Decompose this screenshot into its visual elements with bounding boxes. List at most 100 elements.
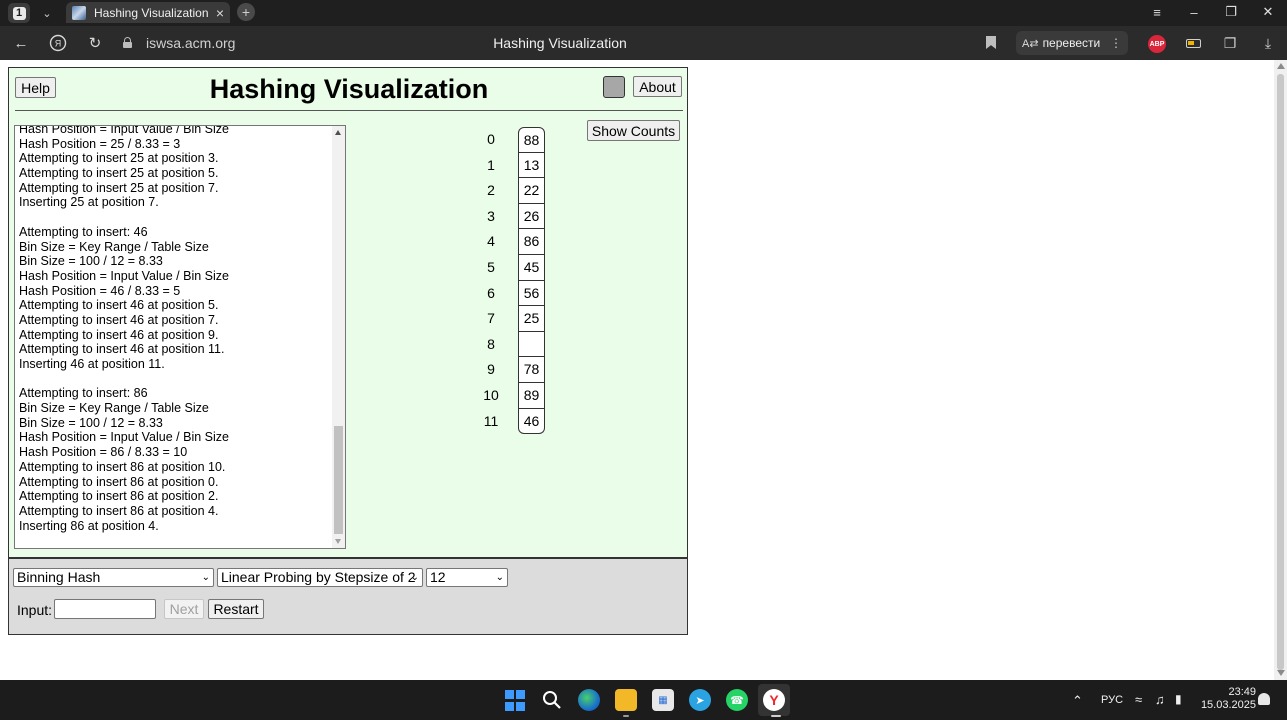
telegram-icon[interactable]: ➤ — [689, 689, 711, 711]
hamburger-menu-icon[interactable]: ≡ — [1144, 2, 1170, 22]
battery-icon[interactable]: ▮ — [1175, 692, 1182, 706]
restore-window-icon[interactable]: ❐ — [1218, 2, 1244, 22]
hash-slot-value: 13 — [518, 152, 545, 179]
page-scroll-thumb[interactable] — [1277, 74, 1284, 670]
hash-function-value: Binning Hash — [17, 569, 101, 585]
scroll-up-arrow-icon[interactable] — [1277, 63, 1285, 69]
message-log-scrollbar[interactable] — [332, 126, 345, 548]
help-button[interactable]: Help — [15, 77, 56, 98]
file-explorer-icon[interactable] — [615, 689, 637, 711]
wifi-icon[interactable]: ≈ — [1135, 692, 1142, 707]
log-line: Bin Size = 100 / 12 = 8.33 — [19, 415, 163, 430]
hash-slot-value: 89 — [518, 382, 545, 409]
log-line: Inserting 25 at position 7. — [19, 195, 159, 210]
log-line: Attempting to insert 86 at position 4. — [19, 503, 219, 518]
next-button[interactable]: Next — [164, 599, 204, 619]
hash-slot-index: 7 — [487, 310, 495, 327]
system-clock[interactable]: 23:49 15.03.2025 — [1198, 686, 1256, 712]
log-line: Hash Position = 86 / 8.33 = 10 — [19, 445, 188, 460]
more-vertical-icon[interactable]: ⋮ — [1110, 36, 1122, 50]
collision-policy-select[interactable]: Linear Probing by Stepsize of 2 ⌄ — [217, 568, 423, 587]
close-icon[interactable]: × — [216, 5, 224, 21]
hash-table-row: 3 26 — [479, 203, 549, 230]
notification-bell-icon[interactable] — [1258, 693, 1270, 705]
edge-browser-icon[interactable] — [578, 689, 600, 711]
hash-slot-index: 0 — [487, 131, 495, 147]
language-indicator[interactable]: РУС — [1101, 694, 1123, 706]
scroll-down-arrow-icon[interactable] — [1277, 670, 1285, 676]
tab-counter-button[interactable]: 1 — [8, 3, 30, 23]
hash-slot-index: 2 — [487, 182, 495, 199]
log-line: Hash Position = 46 / 8.33 = 5 — [19, 283, 181, 298]
chevron-down-icon: ⌄ — [201, 572, 210, 583]
new-tab-plus-icon[interactable]: + — [237, 3, 255, 21]
collections-icon[interactable]: ❐ — [1220, 34, 1240, 52]
yandex-browser-icon[interactable]: Y — [763, 689, 785, 711]
show-counts-button[interactable]: Show Counts — [587, 120, 680, 141]
close-window-icon[interactable]: ✕ — [1255, 2, 1281, 22]
hash-slot-value: 26 — [518, 203, 545, 230]
browser-tab[interactable]: Hashing Visualization × — [66, 2, 230, 23]
log-line: Attempting to insert 46 at position 5. — [19, 298, 219, 313]
about-button[interactable]: About — [633, 76, 682, 97]
scroll-thumb[interactable] — [334, 426, 343, 534]
volume-icon[interactable]: ♫ — [1155, 692, 1165, 707]
log-line: Inserting 86 at position 4. — [19, 518, 159, 533]
hash-slot-value: 46 — [518, 408, 545, 435]
message-log[interactable]: Hash Position = Input Value / Bin Size Ha… — [14, 125, 346, 549]
windows-start-icon[interactable] — [504, 689, 526, 711]
scroll-down-arrow-icon[interactable] — [335, 539, 341, 544]
taskbar: ▦ ➤ ☎ Y ⌃ РУС ≈ ♫ ▮ — [0, 680, 1287, 720]
translate-label: перевести — [1042, 36, 1101, 50]
whatsapp-icon[interactable]: ☎ — [726, 689, 748, 711]
translate-button[interactable]: A⇄ перевести ⋮ — [1016, 31, 1128, 55]
log-line: Attempting to insert: 46 — [19, 224, 148, 239]
hash-table-row: 2 22 — [479, 178, 549, 204]
hash-table-row: 1 13 — [479, 152, 549, 179]
hash-table-row: 4 86 — [479, 229, 549, 255]
log-line: Attempting to insert 86 at position 2. — [19, 489, 219, 504]
log-line: Hash Position = Input Value / Bin Size — [19, 268, 229, 283]
visualization-frame: Help Hashing Visualization About Hash Po… — [8, 67, 688, 635]
store-icon[interactable]: ▦ — [652, 689, 674, 711]
hash-slot-value: 22 — [518, 178, 545, 204]
browser-tab-strip: 1 ⌄ Hashing Visualization × + ≡ – ❐ ✕ — [0, 0, 1287, 26]
address-bar: ← Я ↻ iswsa.acm.org Hashing Visualizatio… — [0, 26, 1287, 60]
hash-slot-index: 8 — [487, 335, 495, 352]
log-line: Bin Size = 100 / 12 = 8.33 — [19, 254, 163, 269]
restart-button[interactable]: Restart — [208, 599, 264, 619]
hash-slot-index: 3 — [487, 207, 495, 224]
hash-slot-value: 88 — [518, 127, 545, 153]
color-swatch[interactable] — [603, 76, 625, 98]
search-icon[interactable] — [541, 689, 563, 711]
log-line: Attempting to insert 86 at position 10. — [19, 459, 226, 474]
hash-slot-value — [518, 331, 545, 358]
input-field[interactable] — [54, 599, 156, 619]
download-icon[interactable]: ⤓ — [1258, 34, 1278, 52]
hash-table-row: 5 45 — [479, 254, 549, 281]
hash-table-row: 0 88 — [479, 127, 549, 153]
adblock-icon[interactable]: ABP — [1148, 35, 1166, 53]
chevron-down-icon: ⌄ — [495, 572, 504, 583]
visualization-title: Hashing Visualization — [209, 74, 489, 104]
log-line: Inserting 46 at position 11. — [19, 357, 165, 371]
page-scrollbar[interactable] — [1274, 60, 1287, 680]
battery-saver-icon[interactable] — [1186, 39, 1201, 48]
minimize-icon[interactable]: – — [1181, 2, 1207, 22]
hash-slot-index: 1 — [487, 156, 495, 173]
collision-policy-value: Linear Probing by Stepsize of 2 — [221, 569, 416, 585]
hash-slot-index: 5 — [487, 258, 495, 275]
running-indicator — [771, 715, 781, 717]
hash-slot-value: 45 — [518, 254, 545, 281]
title-divider — [15, 110, 683, 111]
site-favicon-icon — [72, 5, 86, 20]
hash-slot-index: 11 — [483, 412, 499, 429]
hash-slot-value: 25 — [518, 306, 545, 332]
table-size-select[interactable]: 12 ⌄ — [426, 568, 508, 587]
hash-table-row: 6 56 — [479, 280, 549, 307]
chevron-down-icon[interactable]: ⌄ — [37, 3, 57, 23]
hash-function-select[interactable]: Binning Hash ⌄ — [13, 568, 214, 587]
hash-slot-index: 4 — [487, 233, 495, 250]
scroll-up-arrow-icon[interactable] — [335, 130, 341, 135]
chevron-up-icon[interactable]: ⌃ — [1072, 693, 1083, 709]
